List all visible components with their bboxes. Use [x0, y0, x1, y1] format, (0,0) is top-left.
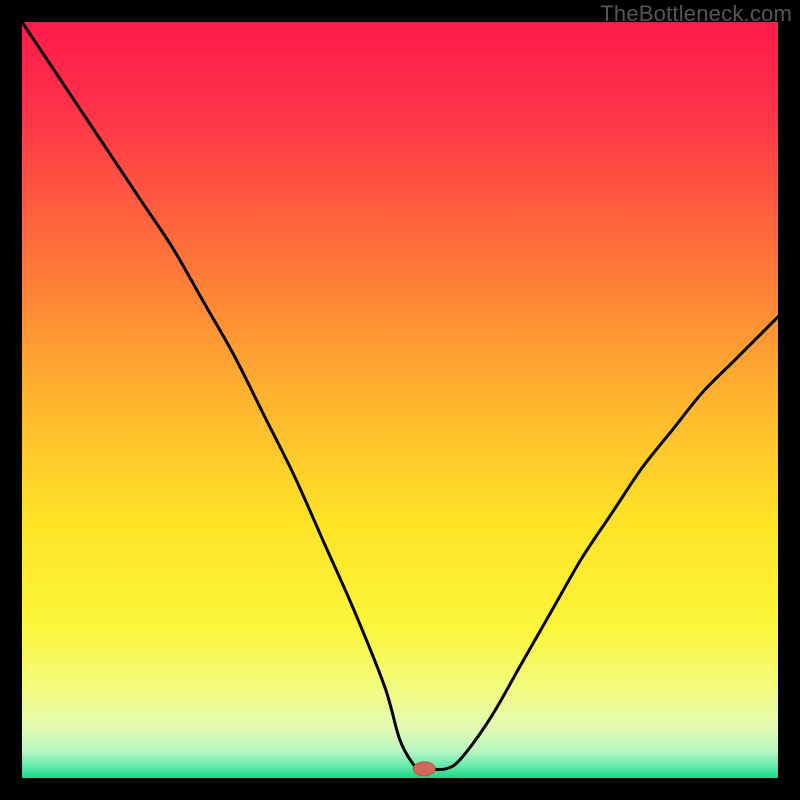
gradient-background [22, 22, 778, 778]
brand-watermark: TheBottleneck.com [600, 1, 792, 27]
optimum-marker [413, 762, 435, 776]
plot-area [22, 22, 778, 778]
plot-svg [22, 22, 778, 778]
chart-frame: TheBottleneck.com [0, 0, 800, 800]
